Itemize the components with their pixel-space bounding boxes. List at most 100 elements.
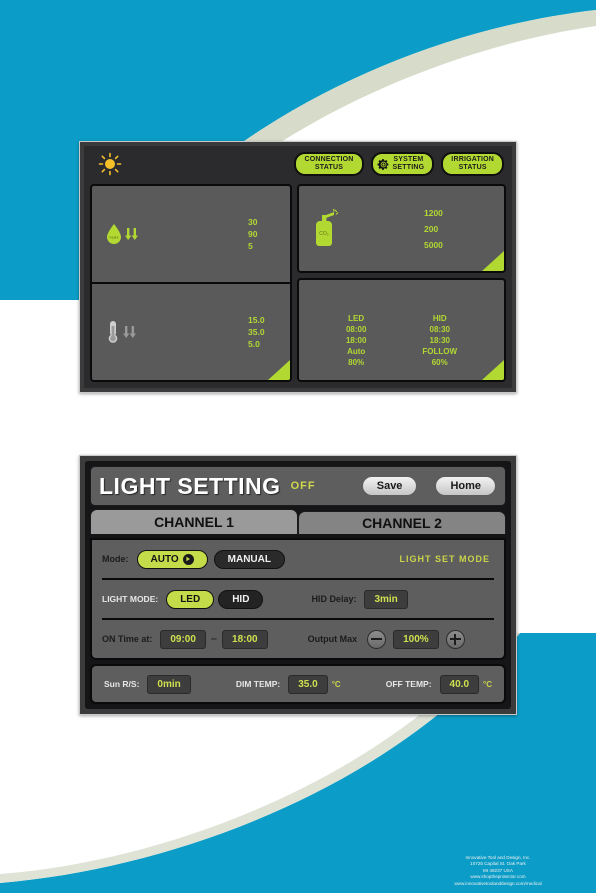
dashboard-right-column: CO₂ 1200 200 5000 LED 08:00 18:00 Auto 8… bbox=[297, 184, 506, 382]
off-temp-unit: °C bbox=[483, 679, 492, 689]
on-time-label: ON Time at: bbox=[102, 634, 153, 644]
minus-icon[interactable] bbox=[367, 629, 387, 649]
panel-corner-accent bbox=[482, 360, 504, 380]
humidity-icon-group: %rH bbox=[106, 224, 158, 244]
co2-value-3: 5000 bbox=[424, 239, 443, 250]
hid-delay-value[interactable]: 3min bbox=[364, 589, 408, 609]
mode-label: Mode: bbox=[102, 554, 129, 564]
dashboard-topbar: CONNECTION STATUS SYSTEM SETTING IRRIGAT… bbox=[84, 146, 512, 182]
led-mode: Auto bbox=[347, 347, 366, 356]
home-button[interactable]: Home bbox=[434, 475, 497, 497]
dim-temp-unit: °C bbox=[331, 679, 341, 689]
system-setting-line2: SETTING bbox=[392, 164, 425, 171]
humidity-droplet-icon: %rH bbox=[107, 224, 121, 244]
humidity-down-arrows-icon bbox=[125, 228, 138, 240]
led-title: LED bbox=[348, 314, 365, 323]
hid-output: 60% bbox=[431, 358, 448, 367]
mode-row: Mode: AUTO MANUAL LIGHT SET MODE bbox=[102, 540, 494, 578]
play-icon bbox=[182, 553, 194, 565]
connection-status-line2: STATUS bbox=[314, 164, 344, 171]
led-on-time: 08:00 bbox=[345, 325, 367, 334]
svg-text:CO₂: CO₂ bbox=[319, 231, 329, 237]
irrigation-status-button[interactable]: IRRIGATION STATUS bbox=[441, 152, 504, 176]
led-off-time: 18:00 bbox=[345, 336, 367, 345]
dashboard-left-column: %rH 30 90 5 15.0 35.0 5.0 bbox=[90, 184, 292, 382]
on-time-start-field[interactable]: 09:00 bbox=[160, 629, 206, 649]
dashboard-device: CONNECTION STATUS SYSTEM SETTING IRRIGAT… bbox=[79, 141, 517, 393]
status-button-group: CONNECTION STATUS SYSTEM SETTING IRRIGAT… bbox=[294, 152, 504, 176]
mode-segmented-control: AUTO MANUAL bbox=[136, 549, 285, 569]
hid-off-time: 18:30 bbox=[429, 336, 450, 345]
svg-text:%rH: %rH bbox=[110, 235, 119, 240]
save-button[interactable]: Save bbox=[360, 475, 419, 497]
light-set-mode-label: LIGHT SET MODE bbox=[399, 554, 490, 564]
temperature-row[interactable]: 15.0 35.0 5.0 bbox=[92, 282, 290, 380]
temperature-value-2: 35.0 bbox=[248, 327, 265, 337]
environment-panel[interactable]: %rH 30 90 5 15.0 35.0 5.0 bbox=[90, 184, 292, 382]
page-title: LIGHT SETTING bbox=[99, 472, 281, 499]
output-max-label: Output Max bbox=[307, 634, 358, 644]
dim-temp-label: DIM TEMP: bbox=[235, 679, 281, 689]
sun-icon bbox=[98, 152, 122, 176]
system-setting-button[interactable]: SYSTEM SETTING bbox=[370, 152, 435, 176]
panel-corner-accent bbox=[482, 251, 504, 271]
hid-on-time: 08:30 bbox=[429, 325, 450, 334]
off-temp-value[interactable]: 40.0 bbox=[439, 674, 480, 694]
light-setting-header: LIGHT SETTING OFF Save Home bbox=[90, 466, 506, 506]
led-output: 80% bbox=[348, 358, 365, 367]
light-status-columns: LED 08:00 18:00 Auto 80% HID 08:30 18:30… bbox=[299, 313, 504, 368]
page-footer-address: Innovative Tool and Design, Inc. 10725 C… bbox=[408, 855, 588, 887]
dashboard-panels: %rH 30 90 5 15.0 35.0 5.0 CO₂ 1200 200 5… bbox=[90, 184, 506, 382]
irrigation-status-line2: STATUS bbox=[458, 164, 487, 171]
temperature-down-arrows-icon bbox=[123, 326, 136, 338]
led-column: LED 08:00 18:00 Auto 80% bbox=[346, 313, 366, 368]
co2-panel[interactable]: CO₂ 1200 200 5000 bbox=[297, 184, 506, 273]
light-setting-screen: LIGHT SETTING OFF Save Home CHANNEL 1 CH… bbox=[85, 461, 511, 709]
irrigation-status-line1: IRRIGATION bbox=[451, 156, 494, 163]
power-state-badge: OFF bbox=[290, 480, 316, 492]
light-mode-label: LIGHT MODE: bbox=[102, 594, 159, 604]
mode-option-auto-label: AUTO bbox=[150, 553, 179, 565]
tab-channel-1[interactable]: CHANNEL 1 bbox=[90, 509, 298, 534]
light-mode-option-hid[interactable]: HID bbox=[218, 589, 264, 609]
connection-status-button[interactable]: CONNECTION STATUS bbox=[294, 152, 364, 176]
panel-corner-accent bbox=[268, 360, 290, 380]
mode-option-auto[interactable]: AUTO bbox=[136, 549, 208, 569]
co2-value-1: 1200 bbox=[424, 207, 443, 218]
humidity-values: 30 90 5 bbox=[248, 216, 257, 252]
light-setting-body: Mode: AUTO MANUAL LIGHT SET MODE LIGHT M… bbox=[90, 538, 506, 660]
light-mode-row: LIGHT MODE: LED HID HID Delay: 3min bbox=[102, 578, 494, 618]
sun-rs-value[interactable]: 0min bbox=[147, 674, 191, 694]
humidity-value-1: 30 bbox=[248, 217, 258, 227]
tab-channel-2[interactable]: CHANNEL 2 bbox=[298, 511, 506, 534]
off-temp-label: OFF TEMP: bbox=[385, 679, 432, 689]
output-max-value[interactable]: 100% bbox=[393, 629, 439, 649]
plus-icon[interactable] bbox=[445, 629, 465, 649]
mode-option-manual[interactable]: MANUAL bbox=[213, 549, 285, 569]
light-mode-segmented-control: LED HID bbox=[166, 589, 264, 609]
on-time-row: ON Time at: 09:00 – 18:00 Output Max 100… bbox=[102, 618, 494, 658]
hid-mode: FOLLOW bbox=[422, 347, 458, 356]
humidity-row[interactable]: %rH 30 90 5 bbox=[92, 186, 290, 282]
sun-rs-label: Sun R/S: bbox=[104, 679, 140, 689]
temperature-values: 15.0 35.0 5.0 bbox=[248, 314, 265, 350]
co2-values: 1200 200 5000 bbox=[424, 205, 443, 253]
light-setting-footer-row: Sun R/S: 0min DIM TEMP: 35.0 °C OFF TEMP… bbox=[90, 664, 506, 704]
dim-temp-value[interactable]: 35.0 bbox=[288, 674, 328, 694]
light-mode-option-led[interactable]: LED bbox=[166, 589, 215, 609]
hid-column: HID 08:30 18:30 FOLLOW 60% bbox=[422, 313, 457, 368]
temperature-value-3: 5.0 bbox=[248, 339, 260, 349]
on-time-end-field[interactable]: 18:00 bbox=[222, 629, 268, 649]
humidity-value-2: 90 bbox=[248, 229, 258, 239]
light-status-panel[interactable]: LED 08:00 18:00 Auto 80% HID 08:30 18:30… bbox=[297, 278, 506, 382]
hid-delay-label: HID Delay: bbox=[311, 594, 357, 604]
footer-website-2: www.innovativetoolanddesign.com/medical bbox=[454, 880, 542, 886]
temperature-icon-group bbox=[106, 320, 158, 344]
humidity-value-3: 5 bbox=[248, 241, 253, 251]
thermometer-icon bbox=[108, 321, 118, 343]
co2-bottle-icon: CO₂ bbox=[316, 208, 339, 246]
co2-value-2: 200 bbox=[424, 223, 439, 234]
system-setting-line1: SYSTEM bbox=[393, 156, 424, 163]
connection-status-line1: CONNECTION bbox=[304, 156, 354, 163]
dashboard-screen: CONNECTION STATUS SYSTEM SETTING IRRIGAT… bbox=[84, 146, 512, 388]
